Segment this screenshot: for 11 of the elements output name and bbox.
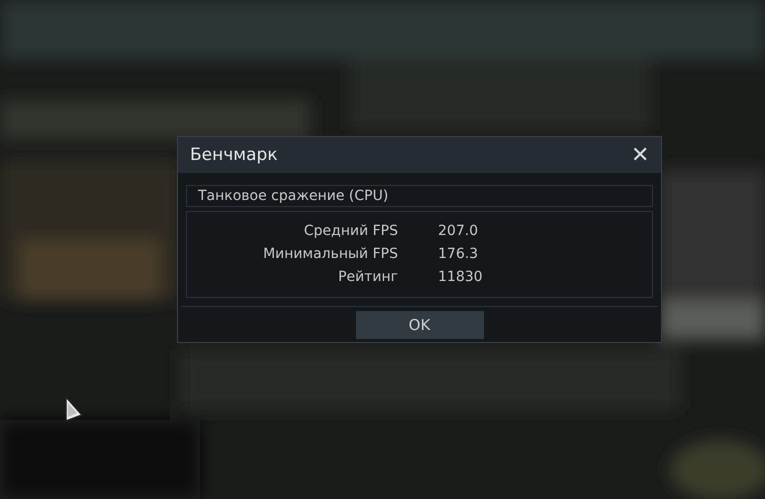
- test-name: Танковое сражение (CPU): [186, 185, 653, 207]
- result-value: 11830: [438, 268, 483, 287]
- result-label: Рейтинг: [337, 268, 398, 287]
- cursor-icon: [64, 395, 84, 425]
- result-value: 207.0: [438, 222, 480, 241]
- result-label: Средний FPS: [302, 222, 398, 241]
- result-label: Минимальный FPS: [262, 245, 398, 264]
- close-button[interactable]: ✕: [627, 142, 653, 168]
- ok-button[interactable]: OK: [356, 311, 484, 339]
- result-value: 176.3: [438, 245, 480, 264]
- dialog-title: Бенчмарк: [190, 145, 278, 165]
